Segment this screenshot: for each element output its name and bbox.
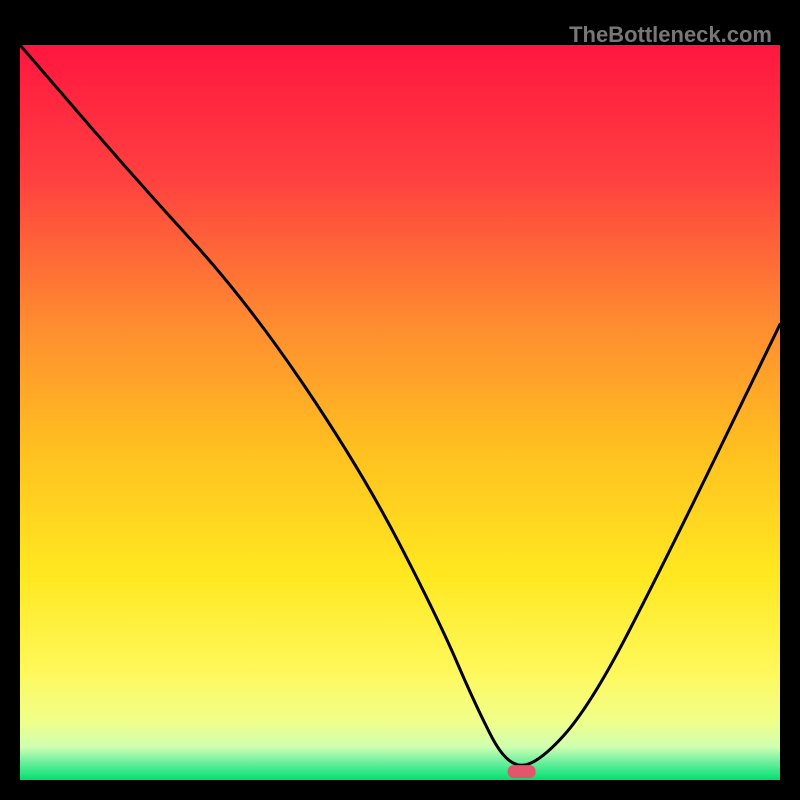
optimal-marker	[508, 765, 536, 778]
chart-frame: TheBottleneck.com	[20, 20, 780, 780]
bottleneck-chart	[20, 45, 780, 780]
gradient-background	[20, 45, 780, 780]
chart-svg	[20, 45, 780, 780]
